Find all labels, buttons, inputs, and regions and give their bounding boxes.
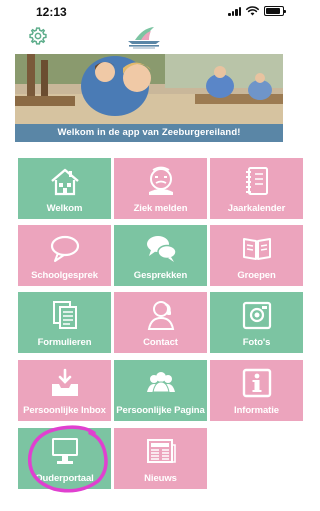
tile-welkom[interactable]: Welkom [18,158,111,219]
tile-informatie[interactable]: Informatie [210,360,303,421]
tile-label: Gesprekken [133,270,188,281]
info-icon [241,368,273,398]
house-icon [49,166,81,196]
documents-icon [49,300,81,330]
notebook-icon [241,166,273,196]
phone-person-icon [145,300,177,330]
tile-label: Ouderportaal [35,473,94,484]
speech-bubble-icon [49,233,81,263]
newspaper-icon [145,436,177,466]
status-bar: 12:13 [0,0,298,22]
tile-label: Persoonlijke Pagina [116,405,205,416]
battery-icon [264,6,286,16]
tile-nieuws[interactable]: Nieuws [114,428,207,489]
people-icon [145,368,177,398]
signal-icon [228,6,241,16]
camera-icon [241,300,273,330]
tile-schoolgesprek[interactable]: Schoolgesprek [18,225,111,286]
tile-label: Jaarkalender [227,203,286,214]
tile-label: Schoolgesprek [31,270,98,281]
banner-caption: Welkom in de app van Zeeburgereiland! [15,124,283,142]
tile-label: Welkom [46,203,83,214]
wifi-icon [246,6,259,16]
inbox-icon [49,368,81,398]
tile-ziek-melden[interactable]: Ziek melden [114,158,207,219]
tile-label: Groepen [237,270,276,281]
status-time: 12:13 [36,5,67,19]
welcome-banner: Welkom in de app van Zeeburgereiland! [15,54,283,142]
tile-label: Ziek melden [133,203,188,214]
tile-persoonlijke-pagina[interactable]: Persoonlijke Pagina [114,360,207,421]
tile-label: Contact [143,337,178,348]
tile-jaarkalender[interactable]: Jaarkalender [210,158,303,219]
tile-formulieren[interactable]: Formulieren [18,292,111,353]
monitor-icon [49,436,81,466]
tile-label: Formulieren [37,337,92,348]
tile-ouderportaal[interactable]: Ouderportaal [18,428,111,489]
tile-label: Foto's [242,337,271,348]
app-header [0,22,298,54]
tile-persoonlijke-inbox[interactable]: Persoonlijke Inbox [18,360,111,421]
tile-label: Informatie [234,405,279,416]
tile-foto-s[interactable]: Foto's [210,292,303,353]
gear-icon[interactable] [28,26,48,46]
tile-label: Persoonlijke Inbox [23,405,106,416]
sick-face-icon [145,166,177,196]
tile-gesprekken[interactable]: Gesprekken [114,225,207,286]
tile-label: Nieuws [144,473,177,484]
open-book-icon [241,233,273,263]
chat-bubbles-icon [145,233,177,263]
tile-groepen[interactable]: Groepen [210,225,303,286]
status-icons [228,6,286,16]
school-logo [128,27,160,49]
banner-photo [15,54,283,124]
tile-contact[interactable]: Contact [114,292,207,353]
